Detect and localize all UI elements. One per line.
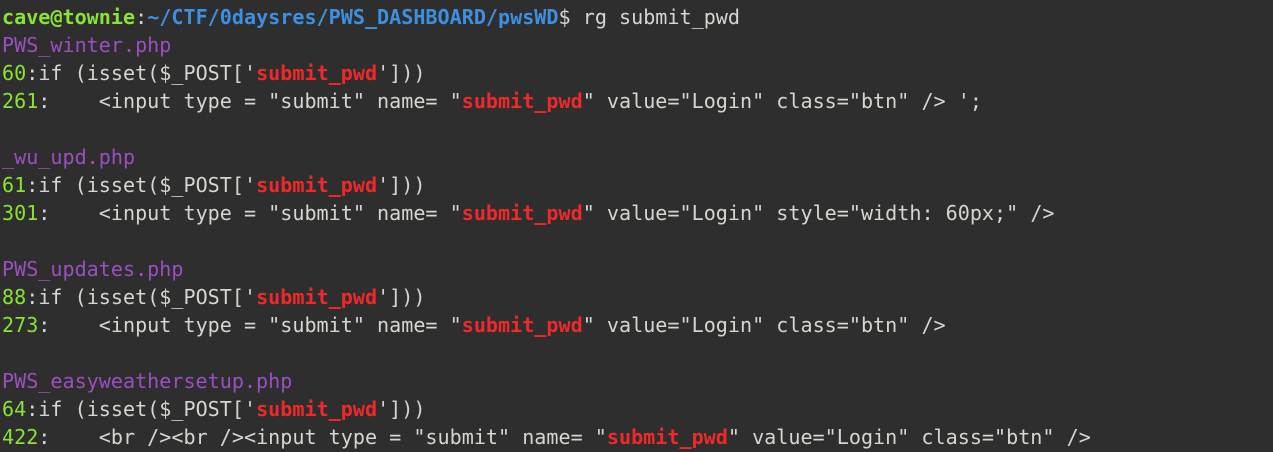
match-highlight: submit_pwd	[256, 173, 378, 197]
line-number: 273	[2, 313, 39, 337]
match-highlight: submit_pwd	[256, 397, 378, 421]
match-suffix: ']))	[377, 61, 426, 85]
result-file-name: PWS_easyweathersetup.php	[2, 369, 293, 393]
line-number: 64	[2, 397, 27, 421]
line-separator: :	[26, 173, 39, 197]
line-number: 422	[2, 425, 39, 449]
match-prefix: if (isset($_POST['	[38, 397, 257, 421]
match-prefix: if (isset($_POST['	[38, 173, 257, 197]
line-number: 88	[2, 285, 27, 309]
line-separator: :	[26, 61, 39, 85]
match-suffix: ']))	[377, 397, 426, 421]
terminal-output: cave@townie:~/CTF/0daysres/PWS_DASHBOARD…	[2, 3, 1273, 451]
command-text: rg submit_pwd	[570, 5, 740, 29]
line-number: 60	[2, 61, 27, 85]
line-number: 61	[2, 173, 27, 197]
match-highlight: submit_pwd	[461, 89, 583, 113]
terminal-window[interactable]: cave@townie:~/CTF/0daysres/PWS_DASHBOARD…	[0, 0, 1273, 452]
match-line: 61:if (isset($_POST['submit_pwd']))	[2, 171, 1273, 199]
result-file-name: PWS_winter.php	[2, 33, 172, 57]
match-line: 301: <input type = "submit" name= "submi…	[2, 199, 1273, 227]
line-separator: :	[38, 201, 51, 225]
match-suffix: " value="Login" style="width: 60px;" />	[582, 201, 1055, 225]
line-number: 261	[2, 89, 39, 113]
line-separator: :	[26, 285, 39, 309]
command-prompt-line: cave@townie:~/CTF/0daysres/PWS_DASHBOARD…	[2, 3, 1273, 31]
match-suffix: " value="Login" class="btn" />	[582, 313, 946, 337]
match-prefix: <br /><br /><input type = "submit" name=…	[50, 425, 607, 449]
line-separator: :	[26, 397, 39, 421]
match-highlight: submit_pwd	[461, 201, 583, 225]
match-line: 88:if (isset($_POST['submit_pwd']))	[2, 283, 1273, 311]
line-separator: :	[38, 89, 51, 113]
result-file-name: _wu_upd.php	[2, 145, 136, 169]
match-prefix: <input type = "submit" name= "	[50, 201, 462, 225]
match-line: 64:if (isset($_POST['submit_pwd']))	[2, 395, 1273, 423]
match-suffix: " value="Login" class="btn" /> ';	[582, 89, 982, 113]
prompt-user-host: cave@townie	[2, 5, 136, 29]
match-line: 422: <br /><br /><input type = "submit" …	[2, 423, 1273, 451]
match-line: 261: <input type = "submit" name= "submi…	[2, 87, 1273, 115]
match-highlight: submit_pwd	[256, 61, 378, 85]
match-prefix: if (isset($_POST['	[38, 61, 257, 85]
match-highlight: submit_pwd	[461, 313, 583, 337]
line-separator: :	[38, 313, 51, 337]
match-suffix: ']))	[377, 173, 426, 197]
prompt-colon: :	[135, 5, 148, 29]
line-number: 301	[2, 201, 39, 225]
match-highlight: submit_pwd	[606, 425, 728, 449]
match-prefix: <input type = "submit" name= "	[50, 313, 462, 337]
match-line: 273: <input type = "submit" name= "submi…	[2, 311, 1273, 339]
match-suffix: " value="Login" class="btn" />	[727, 425, 1091, 449]
match-line: 60:if (isset($_POST['submit_pwd']))	[2, 59, 1273, 87]
match-suffix: ']))	[377, 285, 426, 309]
result-file-name: PWS_updates.php	[2, 257, 184, 281]
match-prefix: if (isset($_POST['	[38, 285, 257, 309]
match-prefix: <input type = "submit" name= "	[50, 89, 462, 113]
prompt-symbol: $	[558, 5, 571, 29]
line-separator: :	[38, 425, 51, 449]
match-highlight: submit_pwd	[256, 285, 378, 309]
prompt-path: ~/CTF/0daysres/PWS_DASHBOARD/pwsWD	[147, 5, 559, 29]
